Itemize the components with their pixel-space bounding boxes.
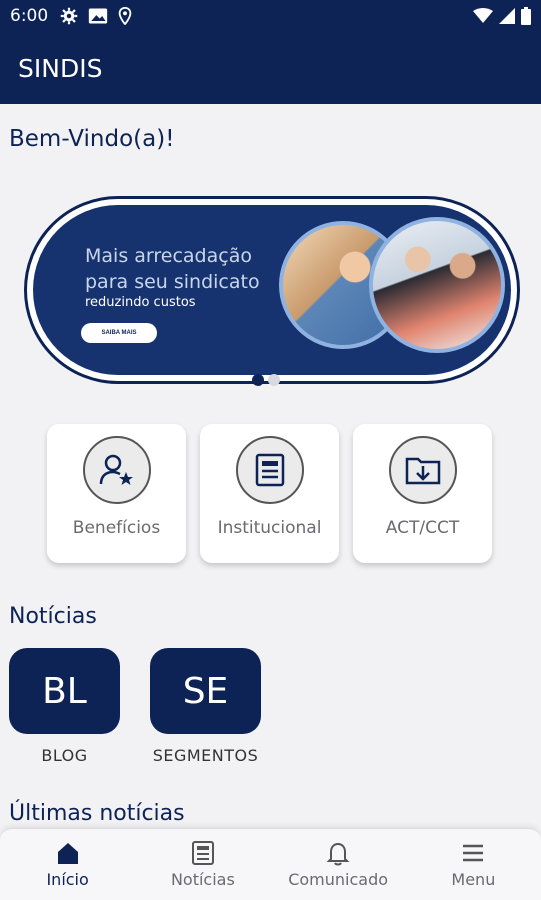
welcome-heading: Bem-Vindo(a)! <box>9 126 175 152</box>
quick-actions: Benefícios Institucional ACT/CCT <box>47 424 492 563</box>
banner-slide[interactable]: Mais arrecadação para seu sindicato redu… <box>33 205 511 375</box>
signal-icon <box>499 8 515 24</box>
newspaper-icon <box>191 841 214 865</box>
promo-banner[interactable]: Mais arrecadação para seu sindicato redu… <box>24 196 520 384</box>
carousel-dot-2[interactable] <box>268 374 280 386</box>
wifi-icon <box>473 8 493 23</box>
nav-inicio[interactable]: Início <box>0 829 135 900</box>
card-institucional[interactable]: Institucional <box>200 424 339 563</box>
location-icon <box>118 7 132 25</box>
card-beneficios[interactable]: Benefícios <box>47 424 186 563</box>
category-badge[interactable]: BL <box>9 648 120 734</box>
status-bar: 6:00 <box>0 0 541 32</box>
category-blog[interactable]: BL BLOG <box>9 648 120 765</box>
banner-cta-button[interactable]: SAIBA MAIS <box>81 323 157 343</box>
nav-noticias[interactable]: Notícias <box>135 829 270 900</box>
card-label: Benefícios <box>72 518 161 538</box>
status-time: 6:00 <box>10 6 49 26</box>
carousel-dot-1[interactable] <box>252 374 264 386</box>
card-label: ACT/CCT <box>385 518 460 538</box>
card-act-cct[interactable]: ACT/CCT <box>353 424 492 563</box>
nav-label: Notícias <box>170 870 235 889</box>
document-icon <box>235 436 304 504</box>
bell-icon <box>326 842 350 866</box>
battery-icon <box>521 7 531 25</box>
category-label: SEGMENTOS <box>152 746 259 765</box>
image-icon <box>89 8 108 24</box>
banner-photo-women <box>369 217 505 353</box>
home-content: Bem-Vindo(a)! Mais arrecadação para seu … <box>0 104 541 828</box>
nav-comunicado[interactable]: Comunicado <box>271 829 406 900</box>
card-label: Institucional <box>217 518 322 538</box>
user-star-icon <box>82 436 151 504</box>
folder-download-icon <box>388 436 457 504</box>
category-label: BLOG <box>41 746 88 765</box>
news-section-title: Notícias <box>9 604 97 629</box>
banner-headline: Mais arrecadação para seu sindicato <box>85 243 260 295</box>
nav-label: Menu <box>451 870 496 889</box>
settings-icon <box>60 7 78 25</box>
banner-headline-line1: Mais arrecadação <box>85 245 252 267</box>
app-title: SINDIS <box>18 53 103 83</box>
nav-label: Início <box>46 870 89 889</box>
category-badge[interactable]: SE <box>150 648 261 734</box>
app-bar: SINDIS <box>0 32 541 104</box>
home-icon <box>57 843 78 864</box>
nav-label: Comunicado <box>288 870 389 889</box>
latest-news-title: Últimas notícias <box>9 801 185 826</box>
banner-headline-line2: para seu sindicato <box>85 271 260 293</box>
category-segmentos[interactable]: SE SEGMENTOS <box>150 648 261 765</box>
bottom-nav: Início Notícias Comunicado Menu <box>0 828 541 900</box>
nav-menu[interactable]: Menu <box>406 829 541 900</box>
banner-subline: reduzindo custos <box>85 295 196 310</box>
carousel-indicator[interactable] <box>252 374 280 386</box>
menu-icon <box>463 844 484 862</box>
news-categories: BL BLOG SE SEGMENTOS <box>9 648 261 765</box>
